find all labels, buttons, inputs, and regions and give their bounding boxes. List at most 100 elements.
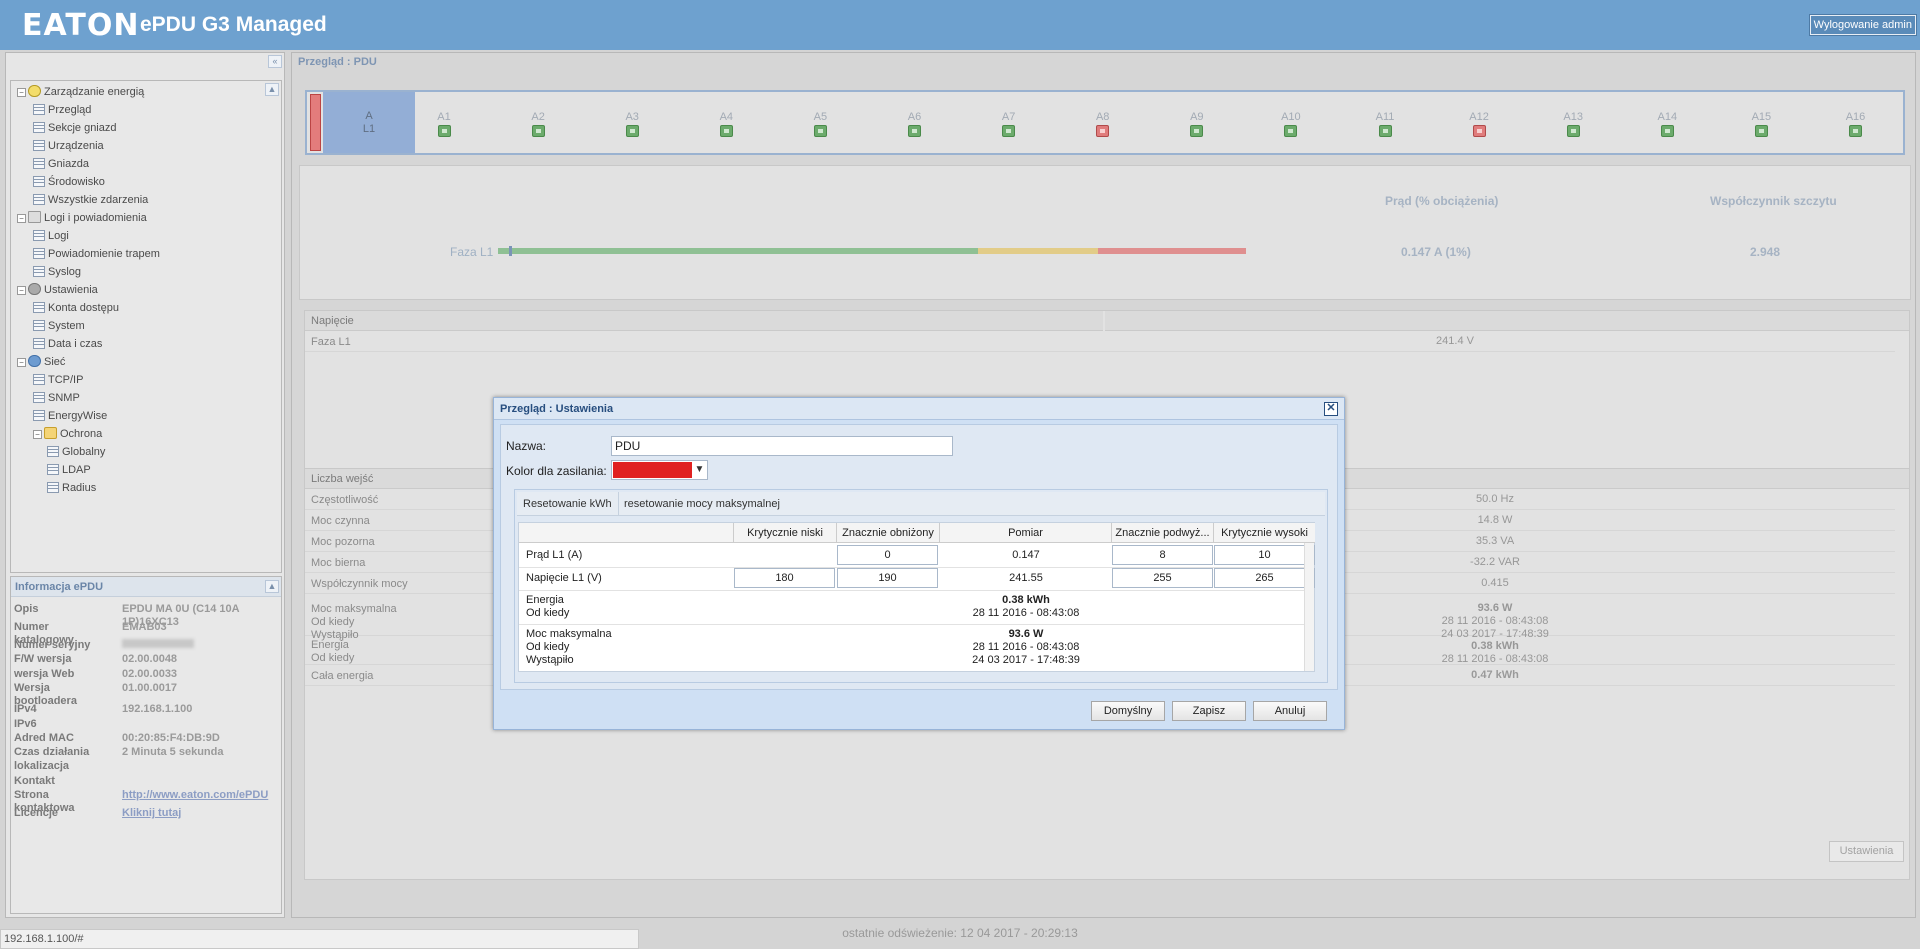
tree-item-label: Zarządzanie energią	[44, 86, 145, 98]
redacted-serial	[122, 639, 194, 648]
outlet-a14[interactable]: A14	[1647, 111, 1687, 137]
outlet-a13[interactable]: A13	[1553, 111, 1593, 137]
outlet-a5[interactable]: A5	[800, 111, 840, 137]
bulb-icon	[28, 85, 41, 97]
voltage-high-critical-input[interactable]: 265	[1214, 568, 1315, 588]
outlet-a2[interactable]: A2	[518, 111, 558, 137]
info-link[interactable]: Kliknij tutaj	[122, 807, 292, 820]
collapse-tree-button[interactable]: ▲	[265, 83, 279, 96]
page-icon	[47, 446, 59, 457]
tree-item-19[interactable]: − Ochrona	[33, 426, 102, 442]
outlet-a1[interactable]: A1	[424, 111, 464, 137]
tree-item-label: Gniazda	[48, 158, 89, 170]
cancel-button[interactable]: Anuluj	[1253, 701, 1327, 721]
outlet-label: A7	[1001, 111, 1016, 123]
tab-reset-max-power[interactable]: resetowanie mocy maksymalnej	[618, 492, 786, 516]
outlet-label: A13	[1563, 111, 1583, 123]
info-link[interactable]: http://www.eaton.com/ePDU	[122, 789, 292, 802]
col-high-critical: Krytycznie wysoki	[1214, 523, 1315, 543]
color-swatch	[613, 462, 692, 478]
voltage-high-warning-input[interactable]: 255	[1112, 568, 1213, 588]
tree-item-8[interactable]: Logi	[33, 228, 69, 244]
outlet-label: A6	[907, 111, 922, 123]
tree-item-2[interactable]: Sekcje gniazd	[33, 120, 117, 136]
collapse-toggle-icon[interactable]: −	[17, 286, 26, 295]
tree-item-22[interactable]: Radius	[47, 480, 96, 496]
plug-icon	[1002, 125, 1016, 137]
tree-item-10[interactable]: Syslog	[33, 264, 81, 280]
power-color-select[interactable]: ▼	[611, 460, 708, 480]
tree-item-3[interactable]: Urządzenia	[33, 138, 104, 154]
outlet-a11[interactable]: A11	[1365, 111, 1405, 137]
group-a-tab[interactable]: A L1	[323, 92, 415, 153]
outlet-a6[interactable]: A6	[895, 111, 935, 137]
tree-item-0[interactable]: − Zarządzanie energią	[17, 84, 144, 100]
tree-item-16[interactable]: TCP/IP	[33, 372, 83, 388]
page-icon	[33, 302, 45, 313]
tree-item-20[interactable]: Globalny	[47, 444, 105, 460]
plug-icon	[1849, 125, 1862, 137]
col-measurement: Pomiar	[940, 523, 1112, 543]
tree-item-7[interactable]: − Logi i powiadomienia	[17, 210, 147, 226]
tree-item-15[interactable]: − Sieć	[17, 354, 65, 370]
tree-item-17[interactable]: SNMP	[33, 390, 80, 406]
tree-item-12[interactable]: Konta dostępu	[33, 300, 119, 316]
collapse-info-button[interactable]: ▲	[265, 580, 279, 593]
tree-item-18[interactable]: EnergyWise	[33, 408, 107, 424]
outlet-label: A8	[1095, 111, 1110, 123]
tree-item-label: Sieć	[44, 356, 66, 368]
col-low-warning: Znacznie obniżony	[837, 523, 940, 543]
chevron-down-icon[interactable]: ▼	[693, 462, 706, 478]
outlet-label: A1	[437, 111, 451, 123]
tree-item-1[interactable]: Przegląd	[33, 102, 91, 118]
collapse-toggle-icon[interactable]: −	[33, 430, 42, 439]
outlet-a9[interactable]: A9	[1177, 111, 1217, 137]
collapse-toggle-icon[interactable]: −	[17, 358, 26, 367]
info-value: 02.00.0048	[122, 653, 178, 665]
globe-icon	[28, 355, 41, 367]
plug-icon	[1754, 125, 1768, 137]
energy-values: 0.38 kWh 28 11 2016 - 08:43:08	[972, 594, 1080, 619]
grid-scrollbar[interactable]	[1304, 543, 1314, 671]
collapse-toggle-icon[interactable]: −	[17, 214, 26, 223]
default-button[interactable]: Domyślny	[1091, 701, 1165, 721]
tree-item-14[interactable]: Data i czas	[33, 336, 102, 352]
tree-item-9[interactable]: Powiadomienie trapem	[33, 246, 160, 262]
voltage-low-critical-input[interactable]: 180	[734, 568, 835, 588]
load-panel: Prąd (% obciążenia) Współczynnik szczytu…	[299, 165, 1911, 300]
current-high-warning-input[interactable]: 8	[1112, 545, 1213, 565]
current-low-warning-input[interactable]: 0	[837, 545, 938, 565]
info-value: 01.00.0017	[122, 682, 178, 694]
settings-dialog: Przegląd : Ustawienia ✕ Nazwa: PDU Kolor…	[493, 397, 1345, 730]
current-high-critical-input[interactable]: 10	[1214, 545, 1315, 565]
outlet-a15[interactable]: A15	[1741, 111, 1781, 137]
name-input[interactable]: PDU	[611, 436, 953, 456]
outlet-a8[interactable]: A8	[1083, 111, 1123, 137]
voltage-low-warning-input[interactable]: 190	[837, 568, 938, 588]
plug-icon	[1284, 125, 1298, 137]
tree-item-13[interactable]: System	[33, 318, 85, 334]
tree-item-label: Logi i powiadomienia	[44, 212, 147, 224]
collapse-left-panel-button[interactable]: «	[268, 55, 282, 68]
close-icon[interactable]: ✕	[1324, 402, 1338, 416]
outlet-a16[interactable]: A16	[1836, 111, 1876, 137]
tree-item-21[interactable]: LDAP	[47, 462, 91, 478]
app-title: ePDU G3 Managed	[140, 13, 327, 36]
logout-button[interactable]: Wylogowanie admin	[1808, 14, 1918, 36]
tree-item-4[interactable]: Gniazda	[33, 156, 89, 172]
outlet-a7[interactable]: A7	[989, 111, 1029, 137]
tree-item-11[interactable]: − Ustawienia	[17, 282, 98, 298]
tree-item-6[interactable]: Wszystkie zdarzenia	[33, 192, 148, 208]
outlet-a3[interactable]: A3	[612, 111, 652, 137]
page-icon	[33, 374, 45, 385]
collapse-toggle-icon[interactable]: −	[17, 88, 26, 97]
save-button[interactable]: Zapisz	[1172, 701, 1246, 721]
page-icon	[33, 392, 45, 403]
outlet-label: A12	[1469, 111, 1489, 123]
tree-item-5[interactable]: Środowisko	[33, 174, 105, 190]
settings-button[interactable]: Ustawienia	[1829, 841, 1904, 862]
outlet-a4[interactable]: A4	[706, 111, 746, 137]
outlet-a12[interactable]: A12	[1459, 111, 1499, 137]
tab-reset-kwh[interactable]: Resetowanie kWh	[517, 492, 619, 516]
outlet-a10[interactable]: A10	[1271, 111, 1311, 137]
